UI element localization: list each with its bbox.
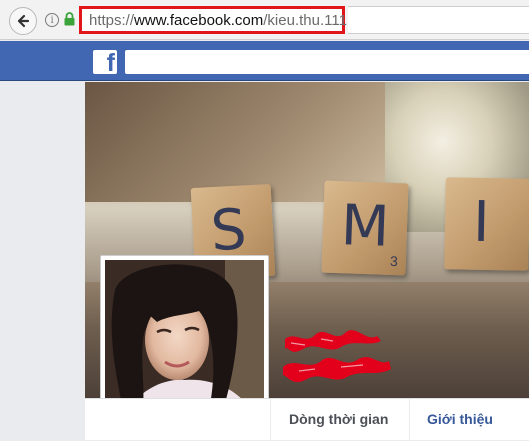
letter-tile: I xyxy=(444,177,529,271)
back-button[interactable] xyxy=(9,7,37,35)
address-bar[interactable]: https://www.facebook.com/kieu.thu.111 xyxy=(79,6,347,34)
url-host: www.facebook.com xyxy=(134,11,264,29)
url-path: /kieu.thu.111 xyxy=(263,11,347,29)
tile-number: 3 xyxy=(389,252,399,270)
profile-tabs: Dòng thời gian Giới thiệu xyxy=(85,398,529,441)
tab-timeline[interactable]: Dòng thời gian xyxy=(270,399,410,441)
lock-icon xyxy=(64,12,75,26)
redacted-profile-name xyxy=(283,330,391,383)
avatar xyxy=(105,260,264,419)
facebook-logo-letter: f xyxy=(106,50,115,74)
tab-about[interactable]: Giới thiệu xyxy=(427,399,493,441)
info-icon[interactable]: i xyxy=(45,13,59,27)
url-scheme: https:// xyxy=(89,11,135,29)
tile-letter: M xyxy=(339,193,391,260)
address-bar-extension[interactable] xyxy=(348,6,529,34)
tile-letter: I xyxy=(472,189,491,256)
search-input[interactable] xyxy=(125,50,529,74)
browser-toolbar: i https://www.facebook.com/kieu.thu.111 xyxy=(0,0,529,40)
avatar-photo xyxy=(105,260,264,419)
letter-tile: M 3 xyxy=(321,180,409,276)
facebook-header: f xyxy=(0,41,529,81)
arrow-left-icon xyxy=(17,14,30,28)
facebook-logo[interactable]: f xyxy=(93,50,117,74)
